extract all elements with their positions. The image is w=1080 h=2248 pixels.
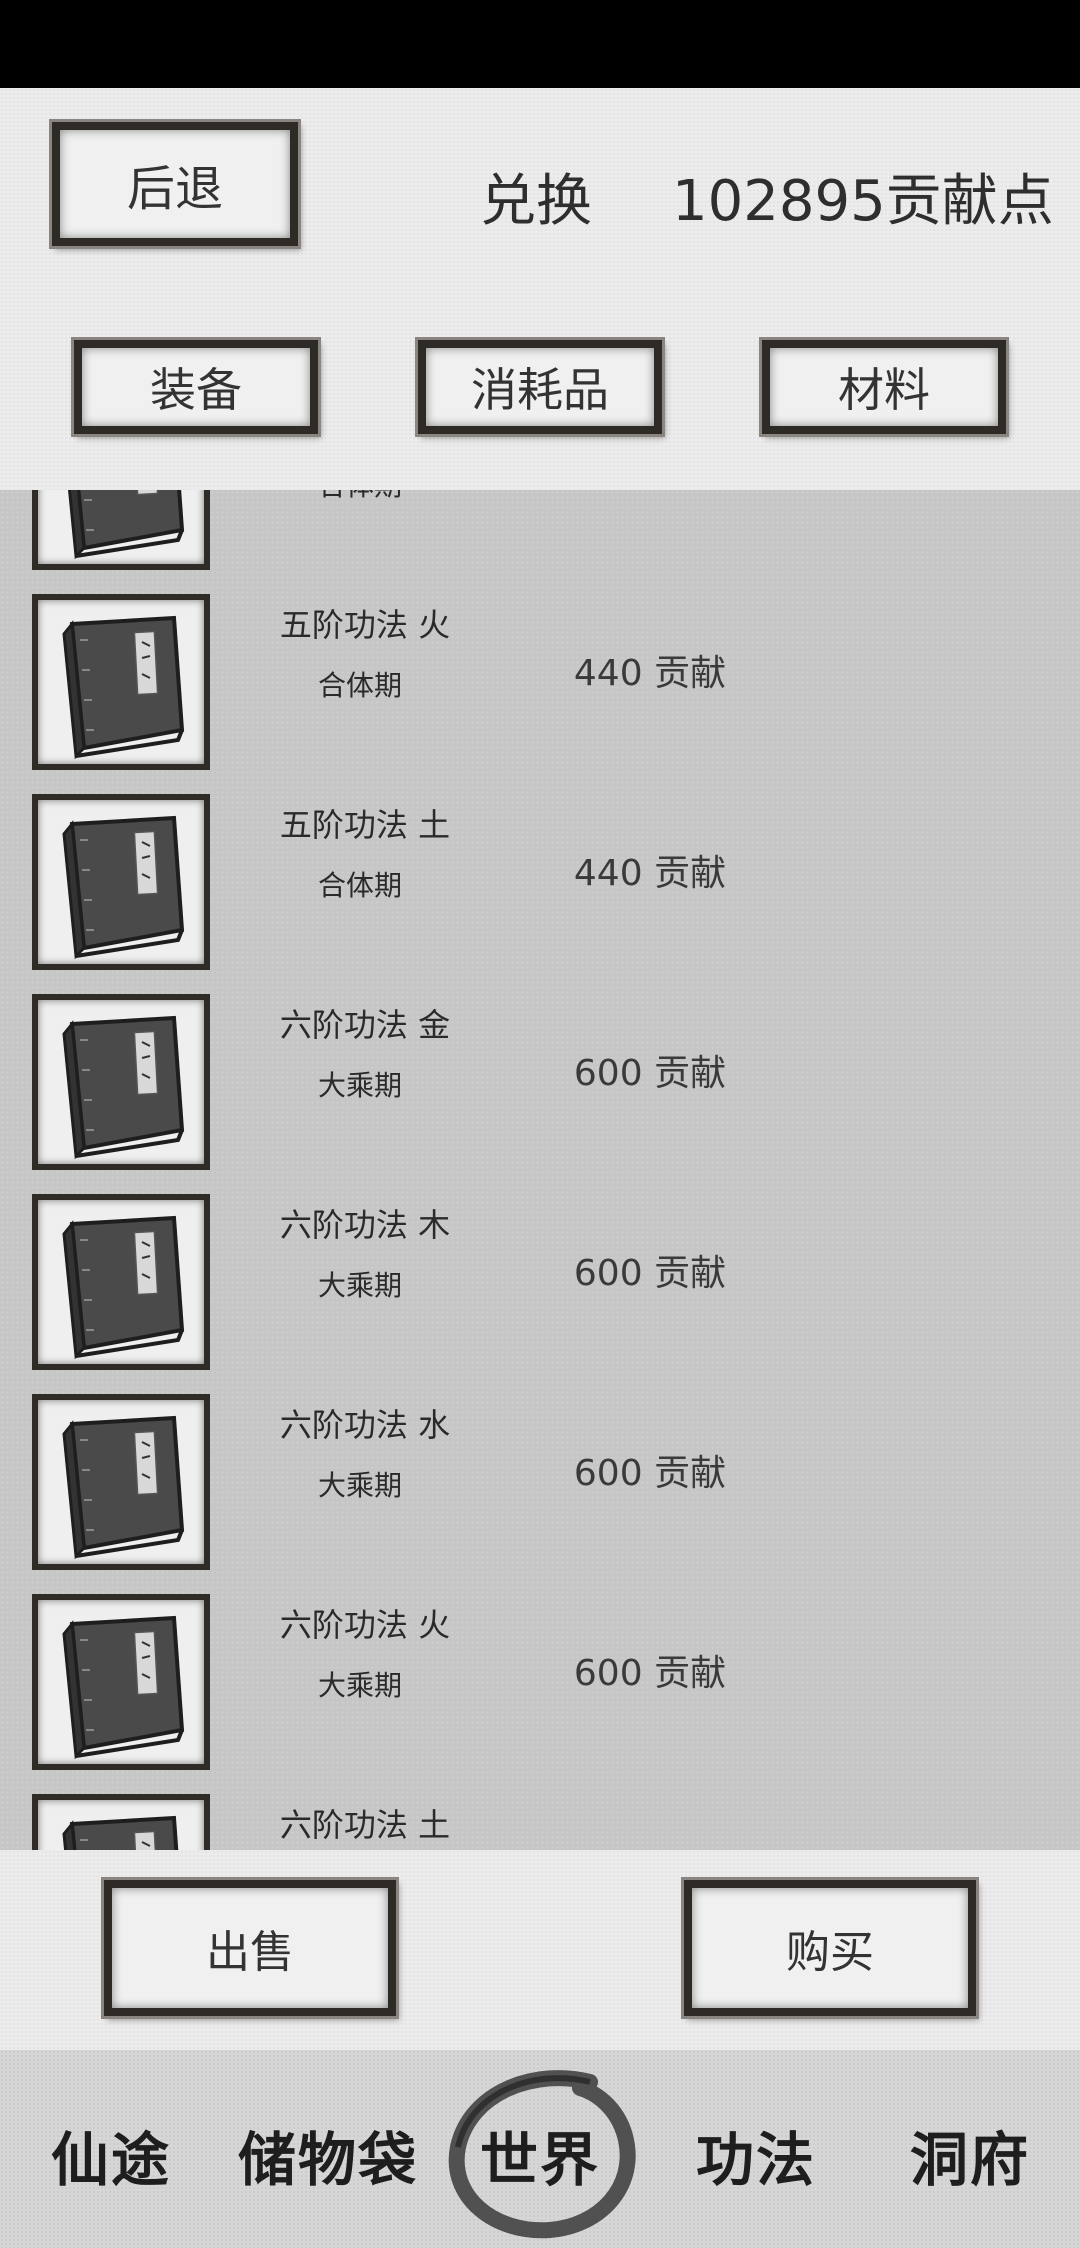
item-name: 六阶功法 火 [279,1606,451,1644]
nav-item-label: 世界 [479,2126,600,2194]
item-icon-frame [32,794,210,970]
nav-item-world[interactable]: 世界 [462,2110,618,2200]
item-price: 440 贡献 [573,653,727,694]
item-realm: 大乘期 [317,1269,402,1302]
nav-item-label: 洞府 [909,2126,1030,2194]
header-panel: 后退 兑换 102895贡献点 装备 消耗品 材料 [0,88,1080,490]
item-price: 600 贡献 [573,1453,727,1494]
sell-button-label: 出售 [206,1927,294,1978]
back-button[interactable]: 后退 [52,122,298,246]
item-list[interactable]: 合体期 五阶功法 火 合体期 440 贡献 五阶功法 土 合体期 440 贡献 … [0,490,1080,1850]
item-icon-frame [32,594,210,770]
item-name: 六阶功法 土 [279,1806,451,1844]
item-icon-frame [32,994,210,1170]
item-realm: 大乘期 [317,1469,402,1502]
bottom-nav: 仙途 储物袋 世界 功法 洞府 [0,2050,1080,2248]
item-price: 600 贡献 [573,1253,727,1294]
item-name: 五阶功法 土 [279,806,451,844]
item-price: 440 贡献 [573,853,727,894]
tab-equipment[interactable]: 装备 [74,340,318,434]
book-icon [62,1616,184,1758]
item-realm: 合体期 [265,490,455,504]
nav-item-storage-bag[interactable]: 储物袋 [228,2110,428,2200]
book-icon [62,1016,184,1158]
contribution-points: 102895贡献点 [672,169,1054,234]
item-realm: 大乘期 [317,1069,402,1102]
list-item[interactable]: 六阶功法 火 大乘期 600 贡献 [0,1580,1080,1780]
tab-materials[interactable]: 材料 [762,340,1006,434]
back-button-label: 后退 [126,161,223,217]
list-item[interactable]: 六阶功法 土 [0,1780,1080,1850]
book-icon [62,1816,184,1850]
list-item[interactable]: 合体期 [0,490,1080,580]
list-item[interactable]: 六阶功法 木 大乘期 600 贡献 [0,1180,1080,1380]
nav-item-techniques[interactable]: 功法 [678,2110,834,2200]
item-name: 五阶功法 火 [279,606,451,644]
tab-consumables[interactable]: 消耗品 [418,340,662,434]
sell-button[interactable]: 出售 [104,1880,396,2016]
nav-item-xiantu[interactable]: 仙途 [38,2110,184,2200]
book-icon [62,490,184,558]
item-icon-frame [32,490,210,570]
buy-button-label: 购买 [786,1927,874,1978]
nav-item-label: 功法 [695,2126,816,2194]
item-name: 六阶功法 金 [279,1006,451,1044]
item-realm: 合体期 [317,669,402,702]
tab-materials-label: 材料 [838,363,930,417]
action-panel: 出售 购买 [0,1850,1080,2050]
list-item[interactable]: 五阶功法 土 合体期 440 贡献 [0,780,1080,980]
buy-button[interactable]: 购买 [684,1880,976,2016]
item-name: 六阶功法 水 [279,1406,451,1444]
item-name: 六阶功法 木 [279,1206,451,1244]
tab-equipment-label: 装备 [150,363,242,417]
book-icon [62,616,184,758]
book-icon [62,816,184,958]
nav-item-cave-abode[interactable]: 洞府 [892,2110,1048,2200]
item-realm: 合体期 [317,869,402,902]
item-icon-frame [32,1594,210,1770]
item-realm: 大乘期 [317,1669,402,1702]
book-icon [62,1216,184,1358]
item-price: 600 贡献 [573,1053,727,1094]
status-bar [0,0,1080,88]
nav-item-label: 仙途 [50,2126,171,2194]
item-icon-frame [32,1794,210,1850]
nav-item-label: 储物袋 [237,2126,418,2194]
item-price: 600 贡献 [573,1653,727,1694]
item-icon-frame [32,1394,210,1570]
book-icon [62,1416,184,1558]
list-item[interactable]: 六阶功法 水 大乘期 600 贡献 [0,1380,1080,1580]
page-title: 兑换 [480,169,592,234]
list-item[interactable]: 六阶功法 金 大乘期 600 贡献 [0,980,1080,1180]
list-item[interactable]: 五阶功法 火 合体期 440 贡献 [0,580,1080,780]
tab-consumables-label: 消耗品 [471,363,609,417]
item-icon-frame [32,1194,210,1370]
